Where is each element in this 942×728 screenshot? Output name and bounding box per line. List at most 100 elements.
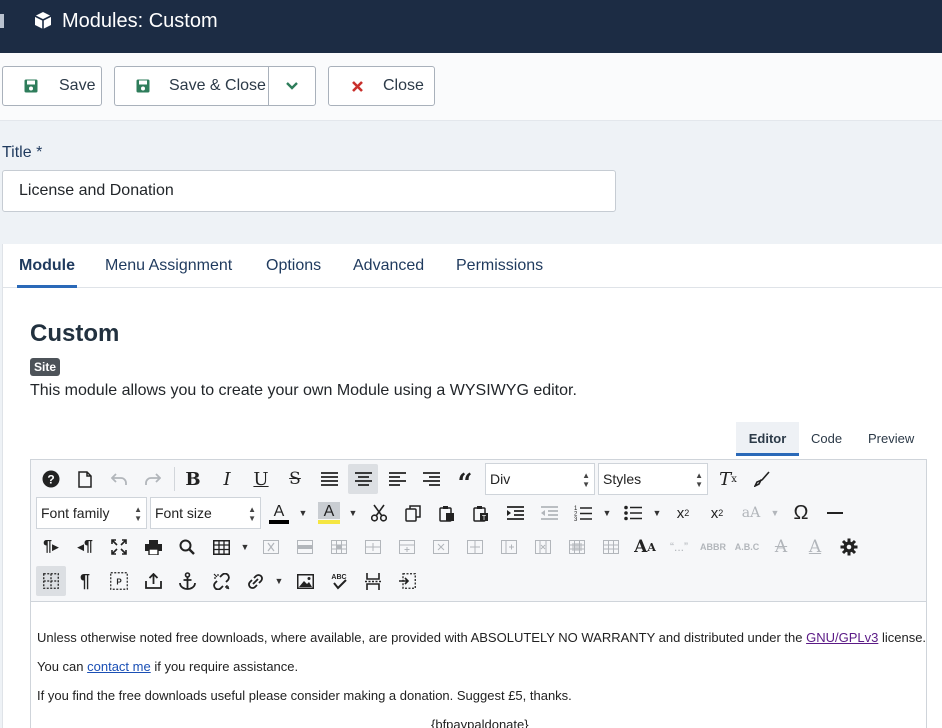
deletion-icon[interactable]: A [766, 532, 796, 562]
fullscreen-icon[interactable] [104, 532, 134, 562]
table-icon[interactable] [206, 532, 236, 562]
print-icon[interactable] [138, 532, 168, 562]
bold-icon[interactable]: B [178, 464, 208, 494]
tab-module[interactable]: Module [17, 244, 77, 288]
tab-options[interactable]: Options [266, 244, 321, 288]
new-document-icon[interactable] [70, 464, 100, 494]
align-right-icon[interactable] [416, 464, 446, 494]
gpl-link[interactable]: GNU/GPLv3 [806, 630, 878, 645]
highlight-color-icon[interactable]: A [314, 498, 344, 528]
text-color-icon[interactable]: A [264, 498, 294, 528]
delete-row-icon[interactable] [426, 532, 456, 562]
table-delete-icon[interactable] [256, 532, 286, 562]
highlight-color-dropdown[interactable]: ▼ [348, 498, 358, 528]
insertion-icon[interactable]: A [800, 532, 830, 562]
cut-icon[interactable] [364, 498, 394, 528]
image-icon[interactable] [290, 566, 320, 596]
tab-advanced[interactable]: Advanced [353, 244, 424, 288]
omega-icon[interactable]: Ω [786, 498, 816, 528]
save-close-button[interactable]: Save & Close [114, 66, 269, 106]
link-icon[interactable] [240, 566, 270, 596]
link-dropdown[interactable]: ▼ [274, 566, 284, 596]
template-icon[interactable] [392, 566, 422, 596]
strikethrough-icon[interactable]: S [280, 464, 310, 494]
redo-icon[interactable] [138, 464, 168, 494]
help-icon[interactable]: ? [36, 464, 66, 494]
superscript-icon[interactable]: x2 [702, 498, 732, 528]
title-input[interactable] [2, 170, 616, 212]
visual-blocks-icon[interactable] [36, 566, 66, 596]
save-close-label: Save & Close [169, 77, 266, 94]
font-case-dropdown[interactable]: ▼ [770, 498, 780, 528]
text-color-dropdown[interactable]: ▼ [298, 498, 308, 528]
tab-menu-assignment[interactable]: Menu Assignment [105, 244, 232, 288]
wysiwyg-editor: ? B I U S “ Div ▲ ▼ Styles ▲ ▼ Tx Font famil… [30, 459, 927, 728]
font-family-select[interactable]: Font family ▲ ▼ [36, 497, 147, 529]
quotes-icon[interactable]: “...” [664, 532, 694, 562]
app-header: Modules: Custom [0, 0, 942, 53]
align-center-icon[interactable] [348, 464, 378, 494]
insert-icon[interactable] [138, 566, 168, 596]
align-left-icon[interactable] [382, 464, 412, 494]
tab-permissions[interactable]: Permissions [456, 244, 543, 288]
undo-icon[interactable] [104, 464, 134, 494]
search-icon[interactable] [172, 532, 202, 562]
paragraph-block-icon[interactable]: P [104, 566, 134, 596]
editor-tab-code[interactable]: Code [811, 422, 842, 456]
bullet-list-icon[interactable] [618, 498, 648, 528]
numbered-list-icon[interactable]: 123 [568, 498, 598, 528]
abbreviation-icon[interactable]: ABBR [698, 532, 728, 562]
split-cells-icon[interactable] [596, 532, 626, 562]
paint-brush-icon[interactable] [747, 464, 777, 494]
outdent-icon[interactable] [534, 498, 564, 528]
paste-icon[interactable] [432, 498, 462, 528]
paste-text-icon[interactable]: T [466, 498, 496, 528]
blockquote-icon[interactable]: “ [450, 464, 480, 499]
insert-column-after-icon[interactable] [494, 532, 524, 562]
close-button[interactable]: Close [328, 66, 435, 106]
page-break-icon[interactable] [358, 566, 388, 596]
horizontal-rule-icon[interactable] [820, 498, 850, 528]
table-dropdown[interactable]: ▼ [240, 532, 250, 562]
italic-icon[interactable]: I [212, 464, 242, 494]
rtl-icon[interactable]: ◀ ¶ [70, 532, 100, 562]
delete-column-icon[interactable] [528, 532, 558, 562]
numbered-list-dropdown[interactable]: ▼ [602, 498, 612, 528]
table-cell-props-icon[interactable] [324, 532, 354, 562]
merge-cells-icon[interactable] [562, 532, 592, 562]
font-size-select[interactable]: Font size ▲ ▼ [150, 497, 261, 529]
bullet-list-dropdown[interactable]: ▼ [652, 498, 662, 528]
editor-tab-preview[interactable]: Preview [868, 422, 914, 456]
spellcheck-icon[interactable]: ABC [324, 566, 354, 596]
subscript-icon[interactable]: x2 [668, 498, 698, 528]
gear-icon[interactable] [834, 532, 864, 562]
select-arrows-icon: ▲ ▼ [582, 471, 590, 489]
font-case-icon[interactable]: aA [736, 498, 766, 528]
styles-select[interactable]: Styles ▲ ▼ [598, 463, 708, 495]
unlink-icon[interactable] [206, 566, 236, 596]
anchor-icon[interactable] [172, 566, 202, 596]
acronym-icon[interactable]: A.B.C [732, 532, 762, 562]
contact-link[interactable]: contact me [87, 659, 151, 674]
table-row-props-icon[interactable] [290, 532, 320, 562]
insert-row-after-icon[interactable] [392, 532, 422, 562]
contact-text: You can [37, 659, 88, 674]
save-options-dropdown[interactable] [268, 66, 316, 106]
style-icon[interactable]: AA [630, 532, 660, 562]
sidebar-toggle[interactable] [0, 14, 4, 28]
save-button[interactable]: Save [2, 66, 102, 106]
underline-icon[interactable]: U [246, 464, 276, 494]
insert-row-before-icon[interactable] [358, 532, 388, 562]
paypal-shortcode: {bfpaypaldonate} [431, 717, 529, 728]
block-format-select[interactable]: Div ▲ ▼ [485, 463, 595, 495]
align-justify-icon[interactable] [314, 464, 344, 494]
editor-tab-editor[interactable]: Editor [736, 422, 799, 456]
visual-chars-icon[interactable]: ¶ [70, 566, 100, 596]
insert-column-before-icon[interactable] [460, 532, 490, 562]
ltr-icon[interactable]: ¶ ▶ [36, 532, 66, 562]
svg-text:P: P [116, 578, 122, 587]
copy-icon[interactable] [398, 498, 428, 528]
content-paragraph: You can contact me if you require assist… [37, 659, 298, 674]
clear-formatting-icon[interactable]: Tx [713, 464, 743, 494]
indent-icon[interactable] [500, 498, 530, 528]
